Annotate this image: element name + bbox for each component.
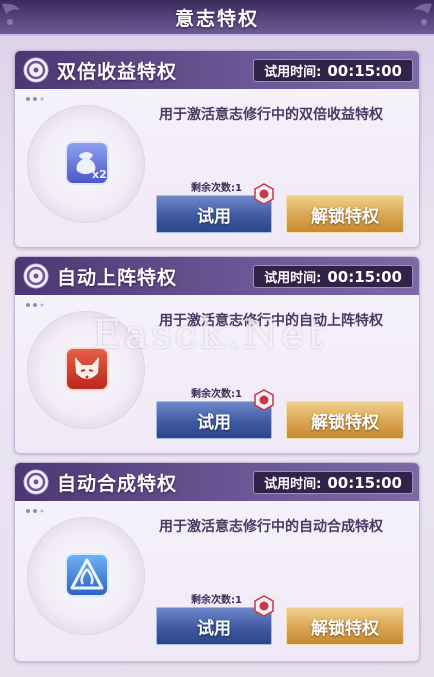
privilege-card-auto-deploy: 自动上阵特权 试用时间: 00:15:00 用于激活意志修行中的自动上阵特权 剩…	[14, 256, 420, 454]
trial-time-label: 试用时间:	[264, 271, 322, 286]
corner-ornament-icon	[2, 3, 20, 25]
unlock-button[interactable]: 解锁特权	[286, 195, 404, 233]
double-reward-icon[interactable]: x2	[65, 141, 109, 185]
remaining-count: 剩余次数:1	[191, 389, 242, 400]
trial-time-badge: 试用时间: 00:15:00	[253, 471, 413, 494]
privilege-card-double-reward: 双倍收益特权 试用时间: 00:15:00 x2 用于激活意志修行中的双倍收益特…	[14, 50, 420, 248]
dots-decoration-icon	[26, 509, 44, 513]
privilege-description: 用于激活意志修行中的双倍收益特权	[159, 107, 383, 123]
title-bar: 意志特权	[0, 0, 434, 36]
card-header: 双倍收益特权 试用时间: 00:15:00	[15, 51, 419, 89]
trial-time-badge: 试用时间: 00:15:00	[253, 59, 413, 82]
card-header: 自动上阵特权 试用时间: 00:15:00	[15, 257, 419, 295]
seal-badge-icon	[254, 183, 274, 205]
unlock-button[interactable]: 解锁特权	[286, 401, 404, 439]
page-title: 意志特权	[174, 7, 259, 30]
fox-mask-icon[interactable]	[65, 347, 109, 391]
auto-combine-icon[interactable]	[65, 553, 109, 597]
remaining-count: 剩余次数:1	[191, 595, 242, 606]
card-header: 自动合成特权 试用时间: 00:15:00	[15, 463, 419, 501]
trial-time-label: 试用时间:	[264, 477, 322, 492]
remaining-count: 剩余次数:1	[191, 183, 242, 194]
tomoe-emblem-icon	[23, 469, 49, 495]
dots-decoration-icon	[26, 303, 44, 307]
seal-badge-icon	[254, 389, 274, 411]
trial-time-badge: 试用时间: 00:15:00	[253, 265, 413, 288]
trial-time-label: 试用时间:	[264, 65, 322, 80]
trial-time-value: 00:15:00	[327, 61, 402, 80]
unlock-button[interactable]: 解锁特权	[286, 607, 404, 645]
tomoe-emblem-icon	[23, 263, 49, 289]
privilege-name: 自动合成特权	[57, 472, 178, 495]
svg-text:x2: x2	[92, 168, 107, 181]
privilege-name: 自动上阵特权	[57, 266, 178, 289]
dots-decoration-icon	[26, 97, 44, 101]
seal-badge-icon	[254, 595, 274, 617]
privilege-card-auto-combine: 自动合成特权 试用时间: 00:15:00 用于激活意志修行中的自动合成特权 剩…	[14, 462, 420, 662]
corner-ornament-icon	[414, 3, 432, 25]
privilege-description: 用于激活意志修行中的自动合成特权	[159, 519, 383, 535]
trial-time-value: 00:15:00	[327, 267, 402, 286]
privilege-name: 双倍收益特权	[57, 60, 178, 83]
trial-time-value: 00:15:00	[327, 473, 402, 492]
tomoe-emblem-icon	[23, 57, 49, 83]
privilege-description: 用于激活意志修行中的自动上阵特权	[159, 313, 383, 329]
